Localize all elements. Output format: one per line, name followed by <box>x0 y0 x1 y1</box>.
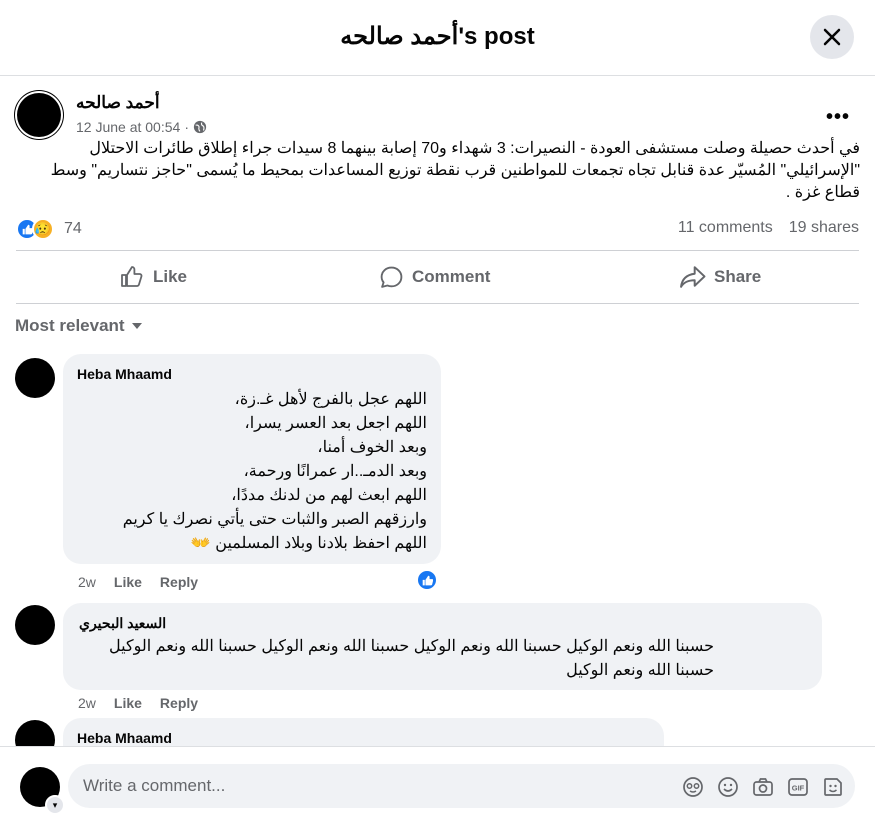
post-timestamp[interactable]: 12 June at 00:54 <box>76 119 180 135</box>
comment-reply-link[interactable]: Reply <box>160 574 198 590</box>
sticker-icon[interactable] <box>820 774 845 799</box>
chevron-down-icon[interactable]: ▾ <box>45 795 65 815</box>
comment-time[interactable]: 2w <box>78 574 96 590</box>
sad-reaction-icon: 😥 <box>32 218 54 240</box>
close-button[interactable] <box>810 15 854 59</box>
comment-bubble: السعيد البحيري حسبنا الله ونعم الوكيل حس… <box>63 603 822 690</box>
sort-label: Most relevant <box>15 316 125 335</box>
comment-text: اللهم عجل بالفرج لأهل غـ.زة، اللهم اجعل … <box>123 388 427 556</box>
reaction-count: 74 <box>64 220 82 237</box>
like-button[interactable]: Like <box>119 262 187 292</box>
comment-button-label: Comment <box>412 267 491 286</box>
comment-line: اللهم احفظ بلادنا وبلاد المسلمين 👐 <box>190 535 427 552</box>
post-author[interactable]: أحمد صالحه <box>76 93 160 113</box>
gif-icon[interactable]: GIF <box>785 774 810 799</box>
share-button[interactable]: Share <box>679 262 761 292</box>
comment-icon <box>380 266 403 288</box>
comment-line: وارزقهم الصبر والثبات حتى يأتي نصرك يا ك… <box>122 511 427 528</box>
post-text: في أحدث حصيلة وصلت مستشفى العودة - النصي… <box>50 140 860 201</box>
comment-line: اللهم عجل بالفرج لأهل غـ.زة، <box>234 391 427 408</box>
comment-author[interactable]: السعيد البحيري <box>79 615 166 632</box>
comment-bubble: Heba Mhaamd اللهم عجل بالفرج لأهل غـ.زة،… <box>63 354 441 564</box>
comment-line: اللهم اجعل بعد العسر يسرا، <box>244 415 427 432</box>
comment-actions: 2w Like Reply <box>78 574 198 590</box>
comment-line: حسبنا الله ونعم الوكيل <box>566 662 715 679</box>
comment-like-link[interactable]: Like <box>114 695 142 711</box>
commenter-avatar[interactable] <box>15 720 55 746</box>
emoji-icon[interactable] <box>715 774 740 799</box>
post-meta: 12 June at 00:54 · <box>76 119 207 135</box>
like-reaction-icon <box>422 575 433 585</box>
comment-composer-bar: ▾ Write a comment... GIF <box>0 746 875 832</box>
comment-line: وبعد الخوف أمنا، <box>317 439 427 456</box>
thumbs-up-icon <box>121 266 143 287</box>
divider <box>16 250 859 251</box>
meta-separator: · <box>184 119 189 135</box>
comment-button[interactable]: Comment <box>379 262 490 292</box>
caret-down-icon <box>131 323 142 329</box>
comment-placeholder: Write a comment... <box>83 776 226 795</box>
svg-text:GIF: GIF <box>791 783 804 792</box>
comment-like-badge[interactable] <box>416 569 438 591</box>
post-stats: 11 comments 19 shares <box>678 219 859 237</box>
close-icon <box>823 28 841 46</box>
comment-time[interactable]: 2w <box>78 695 96 711</box>
globe-icon <box>193 120 207 134</box>
avatar-sticker-icon[interactable] <box>680 774 705 799</box>
comment-line: حسبنا الله ونعم الوكيل حسبنا الله ونعم ا… <box>109 638 715 655</box>
camera-icon[interactable] <box>750 774 775 799</box>
commenter-avatar[interactable] <box>15 358 55 398</box>
divider <box>16 303 859 304</box>
comment-like-link[interactable]: Like <box>114 574 142 590</box>
dialog-title: أحمد صالحه's post <box>340 23 535 50</box>
shares-count[interactable]: 19 shares <box>789 219 859 237</box>
like-button-label: Like <box>153 267 188 286</box>
commenter-avatar[interactable] <box>15 605 55 645</box>
reactions-summary[interactable]: 😥 74 <box>16 218 82 240</box>
comment-line: اللهم ابعث لهم من لدنك مددًا، <box>231 487 427 504</box>
comment-actions: 2w Like Reply <box>78 695 198 711</box>
composer-tools: GIF <box>680 774 845 799</box>
author-avatar[interactable] <box>17 93 61 137</box>
share-icon <box>680 266 706 288</box>
comment-author[interactable]: Heba Mhaamd <box>77 730 172 746</box>
comment-input[interactable]: Write a comment... GIF <box>68 764 855 808</box>
comment-sort-dropdown[interactable]: Most relevant <box>15 316 143 336</box>
comment-author[interactable]: Heba Mhaamd <box>77 366 172 382</box>
post-scroll-area[interactable]: أحمد صالحه 12 June at 00:54 · ••• في أحد… <box>0 76 875 746</box>
more-options-icon[interactable]: ••• <box>826 106 850 129</box>
dialog-header: أحمد صالحه's post <box>0 0 875 76</box>
comment-text: حسبنا الله ونعم الوكيل حسبنا الله ونعم ا… <box>109 635 714 683</box>
comment-line: وبعد الدمـ..ار عمرانًا ورحمة، <box>243 463 427 480</box>
comment-reply-link[interactable]: Reply <box>160 695 198 711</box>
comment-bubble: Heba Mhaamd <box>63 718 664 746</box>
share-button-label: Share <box>714 267 762 286</box>
comments-count[interactable]: 11 comments <box>678 219 773 237</box>
